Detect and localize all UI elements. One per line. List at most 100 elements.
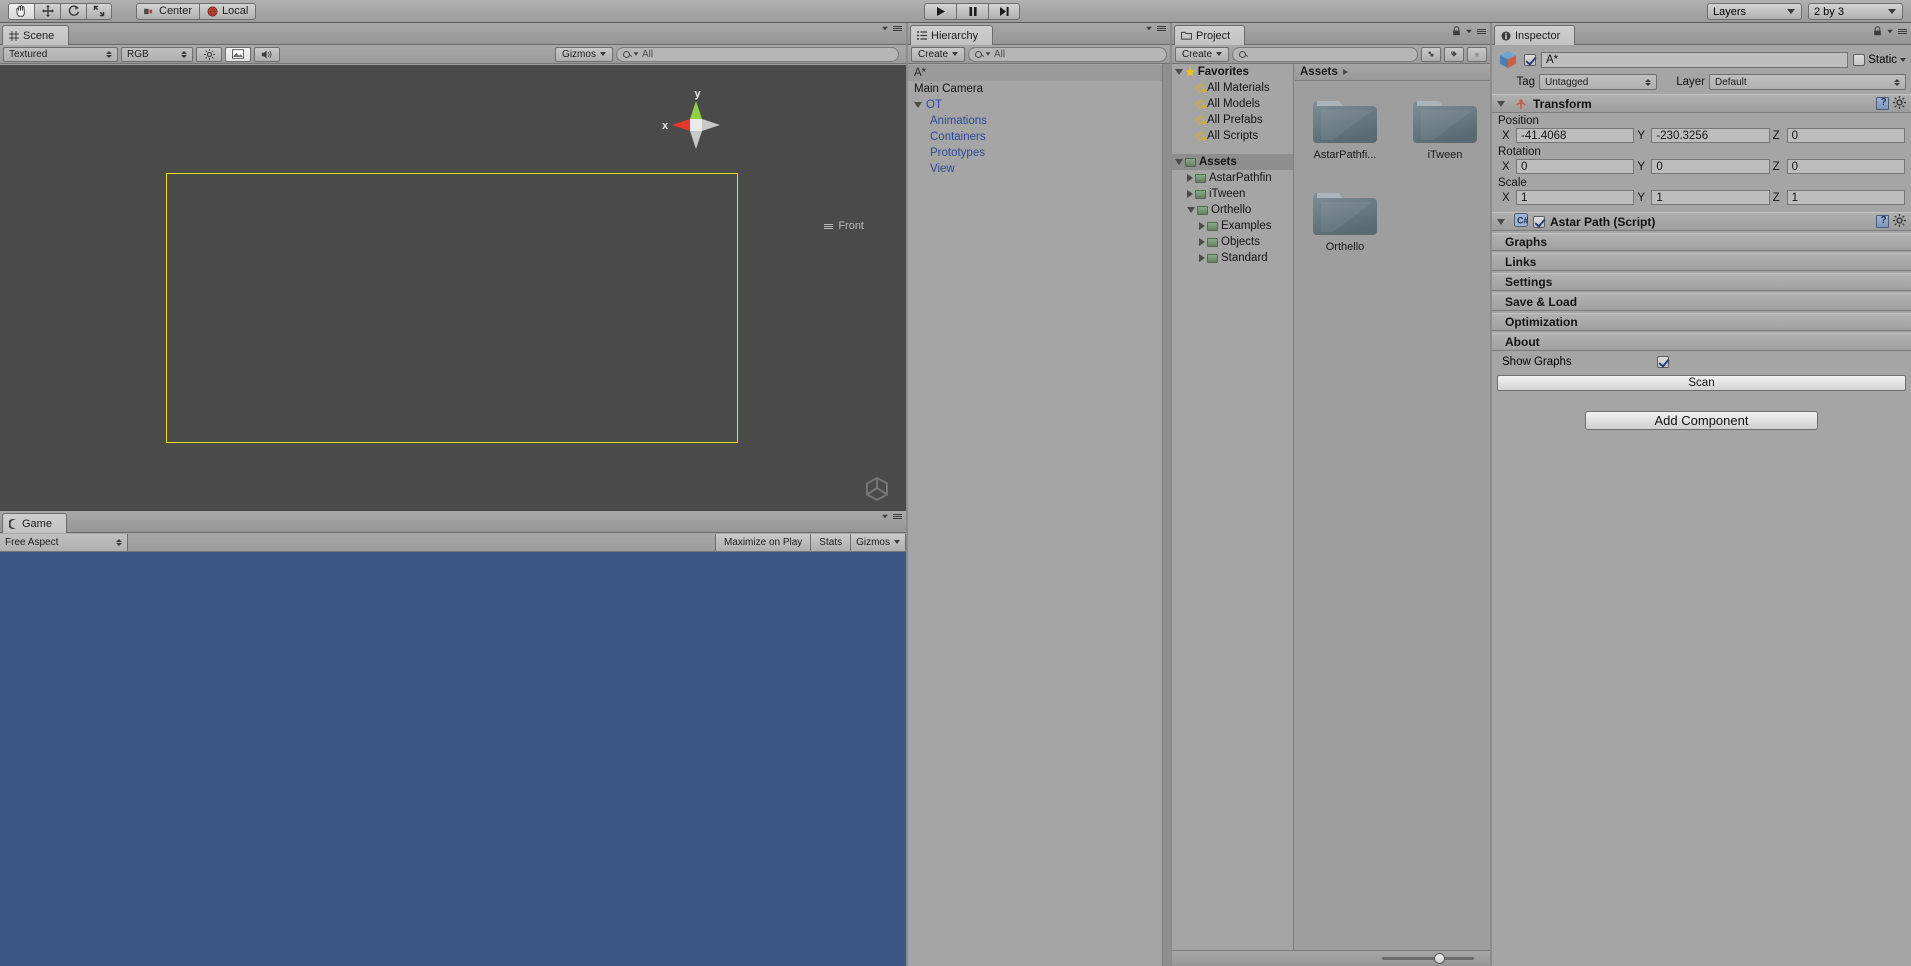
maximize-on-play-toggle[interactable]: Maximize on Play (714, 533, 812, 551)
gear-icon[interactable] (1893, 95, 1906, 112)
hierarchy-item[interactable]: OT (908, 97, 1170, 113)
asset-grid[interactable]: AstarPathfi... iTween Orthello (1295, 81, 1490, 253)
project-tree-item[interactable]: All Prefabs (1172, 112, 1293, 128)
scan-button[interactable]: Scan (1497, 375, 1906, 391)
chevron-down-icon[interactable] (914, 102, 922, 108)
rotation-y-field[interactable]: 0 (1651, 159, 1770, 174)
hierarchy-scrollbar[interactable] (1162, 64, 1170, 966)
chevron-right-icon[interactable] (1199, 222, 1205, 230)
project-tab-menu[interactable] (1452, 26, 1486, 36)
scale-y-field[interactable]: 1 (1651, 190, 1770, 205)
hand-tool-button[interactable] (8, 2, 34, 20)
space-mode-button[interactable]: Local (199, 2, 257, 20)
rotation-x-field[interactable]: 0 (1516, 159, 1635, 174)
gameobject-name-field[interactable]: A* (1541, 52, 1849, 68)
move-tool-button[interactable] (34, 2, 60, 20)
project-tree-item[interactable]: Standard (1172, 250, 1293, 266)
component-actions[interactable] (1876, 213, 1906, 230)
scene-search-input[interactable]: All (615, 46, 899, 62)
hierarchy-item[interactable]: Animations (908, 113, 1170, 129)
show-graphs-checkbox[interactable] (1657, 356, 1669, 368)
chevron-down-icon[interactable] (1175, 69, 1183, 75)
position-x-field[interactable]: -41.4068 (1516, 128, 1635, 143)
icon-size-slider[interactable] (1382, 953, 1474, 964)
render-mode-dropdown[interactable]: RGB (121, 46, 193, 62)
splitter-hierarchy-project[interactable] (1170, 23, 1172, 966)
astar-section-graphs[interactable]: Graphs (1492, 233, 1911, 251)
pause-button[interactable] (956, 3, 988, 20)
project-tree-item[interactable]: All Materials (1172, 80, 1293, 96)
project-tree-item[interactable]: Orthello (1172, 202, 1293, 218)
project-tree-item[interactable]: AstarPathfin (1172, 170, 1293, 186)
pivot-mode-button[interactable]: Center (136, 2, 200, 20)
breadcrumb[interactable]: Assets (1295, 64, 1490, 81)
filter-by-type-button[interactable] (1421, 46, 1441, 62)
tab-scene[interactable]: Scene (2, 25, 70, 45)
game-viewport[interactable] (0, 552, 906, 966)
hierarchy-item[interactable]: Prototypes (908, 145, 1170, 161)
hierarchy-tab-menu[interactable] (1145, 26, 1166, 31)
static-checkbox[interactable] (1853, 54, 1866, 66)
step-button[interactable] (988, 3, 1020, 20)
project-create-button[interactable]: Create (1175, 46, 1230, 62)
help-icon[interactable] (1876, 97, 1889, 110)
asset-grid-item[interactable]: AstarPathfi... (1313, 95, 1377, 161)
component-actions[interactable] (1876, 95, 1906, 112)
hierarchy-item[interactable]: A* (908, 65, 1170, 81)
project-tree-item[interactable]: Objects (1172, 234, 1293, 250)
astar-section-about[interactable]: About (1492, 333, 1911, 351)
project-search-input[interactable] (1232, 46, 1418, 62)
aspect-ratio-dropdown[interactable]: Free Aspect (0, 533, 128, 551)
scene-audio-toggle[interactable] (254, 46, 280, 62)
scene-fx-toggle[interactable] (225, 46, 251, 62)
astar-path-component-header[interactable]: C# Astar Path (Script) (1492, 212, 1911, 231)
slider-knob[interactable] (1434, 953, 1445, 964)
project-tree-item[interactable]: ★ Favorites (1172, 64, 1293, 80)
scene-lighting-toggle[interactable] (196, 46, 222, 62)
stats-toggle[interactable]: Stats (811, 533, 852, 551)
chevron-down-icon[interactable] (1497, 100, 1505, 107)
astar-section-settings[interactable]: Settings (1492, 273, 1911, 291)
tag-dropdown[interactable]: Untagged (1539, 74, 1657, 90)
project-tree-item[interactable]: Examples (1172, 218, 1293, 234)
gizmos-dropdown[interactable]: Gizmos (555, 46, 613, 62)
filter-by-label-button[interactable] (1444, 46, 1464, 62)
hierarchy-item[interactable]: View (908, 161, 1170, 177)
project-tree-item[interactable]: All Scripts (1172, 128, 1293, 144)
game-tab-menu[interactable] (881, 514, 902, 519)
hierarchy-item[interactable]: Containers (908, 129, 1170, 145)
tab-game[interactable]: Game (2, 513, 67, 533)
scale-tool-button[interactable] (86, 2, 112, 20)
tab-hierarchy[interactable]: Hierarchy (910, 25, 994, 45)
play-button[interactable] (924, 3, 956, 20)
chevron-right-icon[interactable] (1199, 238, 1205, 246)
hierarchy-create-button[interactable]: Create (911, 46, 966, 62)
chevron-right-icon[interactable] (1187, 174, 1193, 182)
hierarchy-tree[interactable]: A* Main Camera OT Animations Containers Proto… (908, 64, 1170, 966)
position-z-field[interactable]: 0 (1786, 128, 1905, 143)
project-browser[interactable]: Assets AstarPathfi... iTween Orthello (1295, 64, 1490, 950)
layers-dropdown[interactable]: Layers (1707, 3, 1802, 20)
draw-mode-dropdown[interactable]: Textured (3, 46, 118, 62)
script-enabled-checkbox[interactable] (1533, 215, 1545, 228)
project-tree[interactable]: ★ Favorites All Materials All Models All Pre… (1172, 64, 1294, 950)
chevron-right-icon[interactable] (1199, 254, 1205, 262)
static-toggle[interactable]: Static (1853, 54, 1906, 66)
tab-inspector[interactable]: Inspector (1494, 25, 1576, 45)
scale-z-field[interactable]: 1 (1786, 190, 1905, 205)
chevron-down-icon[interactable] (1497, 218, 1505, 225)
astar-section-optimization[interactable]: Optimization (1492, 313, 1911, 331)
gear-icon[interactable] (1893, 213, 1906, 230)
project-tree-item[interactable]: Assets (1172, 154, 1293, 170)
transform-component-header[interactable]: Transform (1492, 94, 1911, 113)
chevron-down-icon[interactable] (1175, 159, 1183, 165)
rotate-tool-button[interactable] (60, 2, 86, 20)
rotation-z-field[interactable]: 0 (1786, 159, 1905, 174)
astar-section-save-load[interactable]: Save & Load (1492, 293, 1911, 311)
chevron-right-icon[interactable] (1187, 190, 1193, 198)
tab-project[interactable]: Project (1174, 25, 1246, 45)
chevron-down-icon[interactable] (1187, 207, 1195, 213)
layer-dropdown[interactable]: Default (1709, 74, 1906, 90)
gameobject-enabled-checkbox[interactable] (1524, 54, 1536, 66)
astar-section-links[interactable]: Links (1492, 253, 1911, 271)
